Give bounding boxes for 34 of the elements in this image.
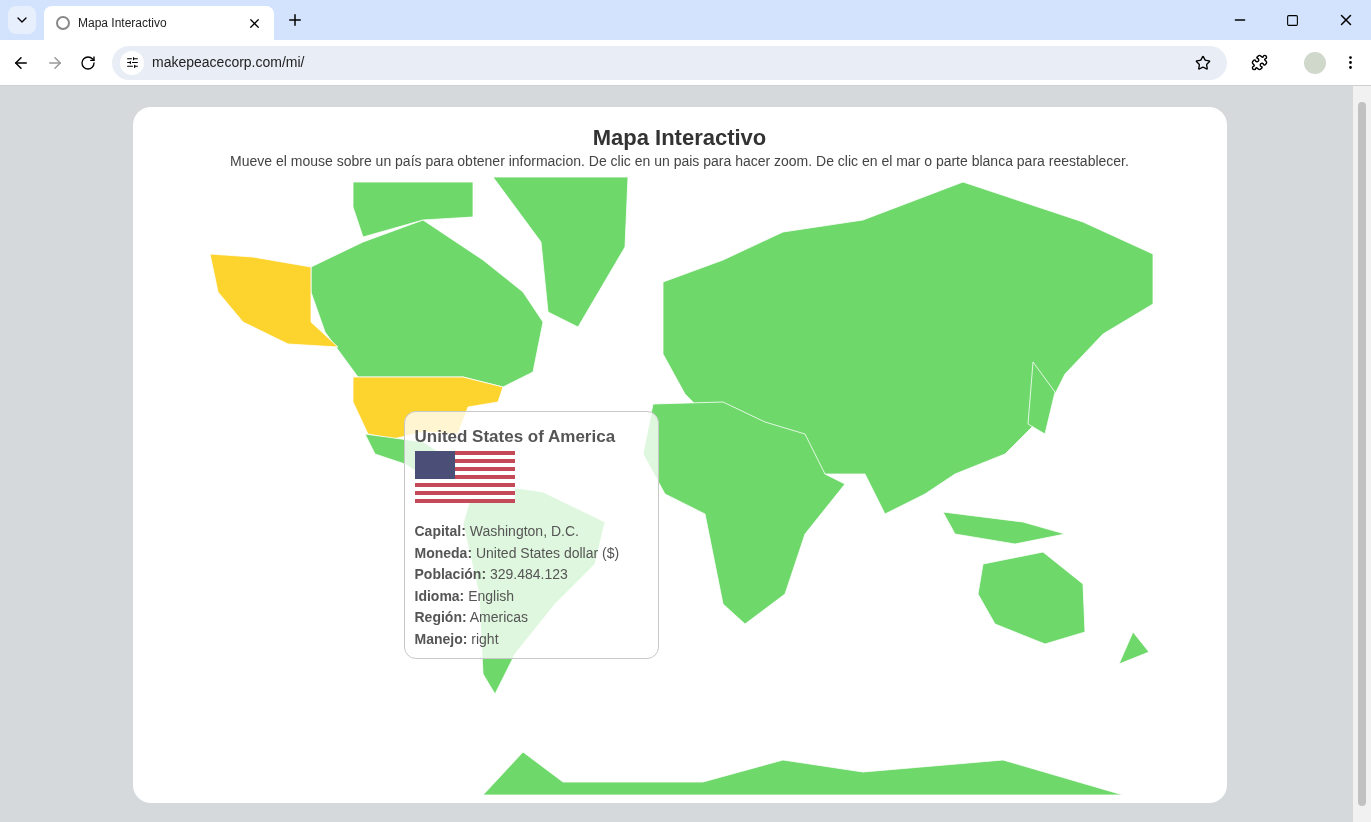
- australia-shape[interactable]: [977, 551, 1085, 645]
- country-info-line: Capital: Washington, D.C.: [414, 522, 580, 541]
- flag-icon: [414, 451, 515, 503]
- url-text: makepeacecorp.com/mi/: [152, 53, 306, 72]
- new-tab-icon[interactable]: [286, 11, 304, 29]
- arctic-islands-shape[interactable]: [352, 181, 473, 238]
- country-info-line: Manejo: right: [414, 629, 500, 649]
- antarctica-shape[interactable]: [482, 751, 1123, 795]
- country-info-line: Región: Americas: [414, 608, 530, 628]
- eurasia-shape[interactable]: [662, 181, 1153, 515]
- country-info-line: Idioma: English: [414, 586, 516, 606]
- alaska-shape[interactable]: [209, 253, 338, 348]
- scrollbar-thumb[interactable]: [1358, 102, 1366, 806]
- profile-avatar[interactable]: [1304, 51, 1326, 74]
- new-zealand-shape[interactable]: [1118, 631, 1149, 665]
- country-info-line: Población: 329.484.123: [414, 565, 569, 585]
- address-bar[interactable]: makepeacecorp.com/mi/: [112, 45, 1227, 80]
- tab-title: Mapa Interactivo: [78, 15, 168, 32]
- page-title: Mapa Interactivo: [592, 124, 767, 152]
- tab-search-button[interactable]: [8, 6, 36, 34]
- browser-tab[interactable]: Mapa Interactivo: [44, 6, 274, 40]
- indonesia-shape[interactable]: [942, 511, 1065, 545]
- country-name: United States of America: [414, 426, 617, 448]
- page-subtitle: Mueve el mouse sobre un país para obtener informacion. De clic en un pais para hacer zoom. De clic en el mar o parte blanca para reestablecer.: [230, 152, 1129, 170]
- greenland-shape[interactable]: [492, 176, 628, 328]
- reload-icon[interactable]: [80, 54, 96, 71]
- maximize-icon[interactable]: [1286, 13, 1299, 27]
- country-info-line: Moneda: United States dollar ($): [414, 543, 621, 563]
- bookmark-star-icon[interactable]: [1195, 54, 1211, 71]
- japan-shape[interactable]: [1027, 361, 1055, 435]
- site-settings-icon[interactable]: [120, 50, 144, 75]
- loading-icon: [56, 16, 70, 30]
- extensions-icon[interactable]: [1251, 54, 1268, 71]
- scrollbar[interactable]: [1353, 86, 1371, 822]
